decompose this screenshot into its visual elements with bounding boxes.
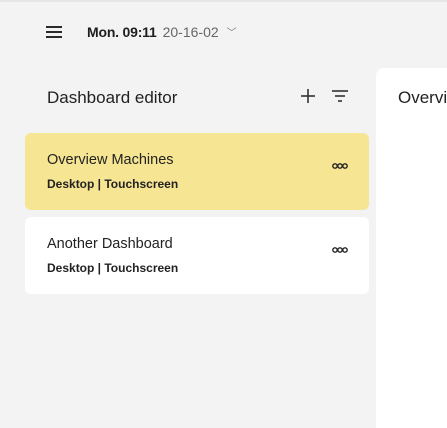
detail-title: Overview Machines [398, 88, 447, 107]
more-options-icon[interactable] [332, 241, 348, 253]
dashboard-subtitle: Desktop | Touchscreen [47, 177, 179, 191]
dashboard-detail-pane: Overview Machines [376, 68, 447, 428]
top-bar: Mon. 09:11 20-16-02 ﹀ [0, 0, 447, 64]
datetime-selector[interactable]: Mon. 09:11 20-16-02 ﹀ [87, 24, 237, 42]
top-divider [0, 0, 447, 2]
panel-header: Dashboard editor [25, 80, 369, 114]
dashboard-subtitle: Desktop | Touchscreen [47, 261, 179, 275]
dashboard-card[interactable]: Another Dashboard Desktop | Touchscreen [25, 217, 369, 294]
current-time: Mon. 09:11 [87, 24, 157, 40]
plus-icon[interactable] [299, 87, 317, 105]
dashboard-title: Another Dashboard [47, 236, 173, 252]
current-date: 20-16-02 [162, 24, 219, 40]
hamburger-menu-icon[interactable] [46, 25, 63, 38]
dashboard-card[interactable]: Overview Machines Desktop | Touchscreen [25, 133, 369, 210]
dashboard-title: Overview Machines [47, 152, 174, 168]
chevron-down-icon[interactable]: ﹀ [227, 24, 237, 39]
more-options-icon[interactable] [332, 157, 348, 169]
panel-title: Dashboard editor [47, 88, 178, 107]
filter-icon[interactable] [331, 88, 349, 104]
